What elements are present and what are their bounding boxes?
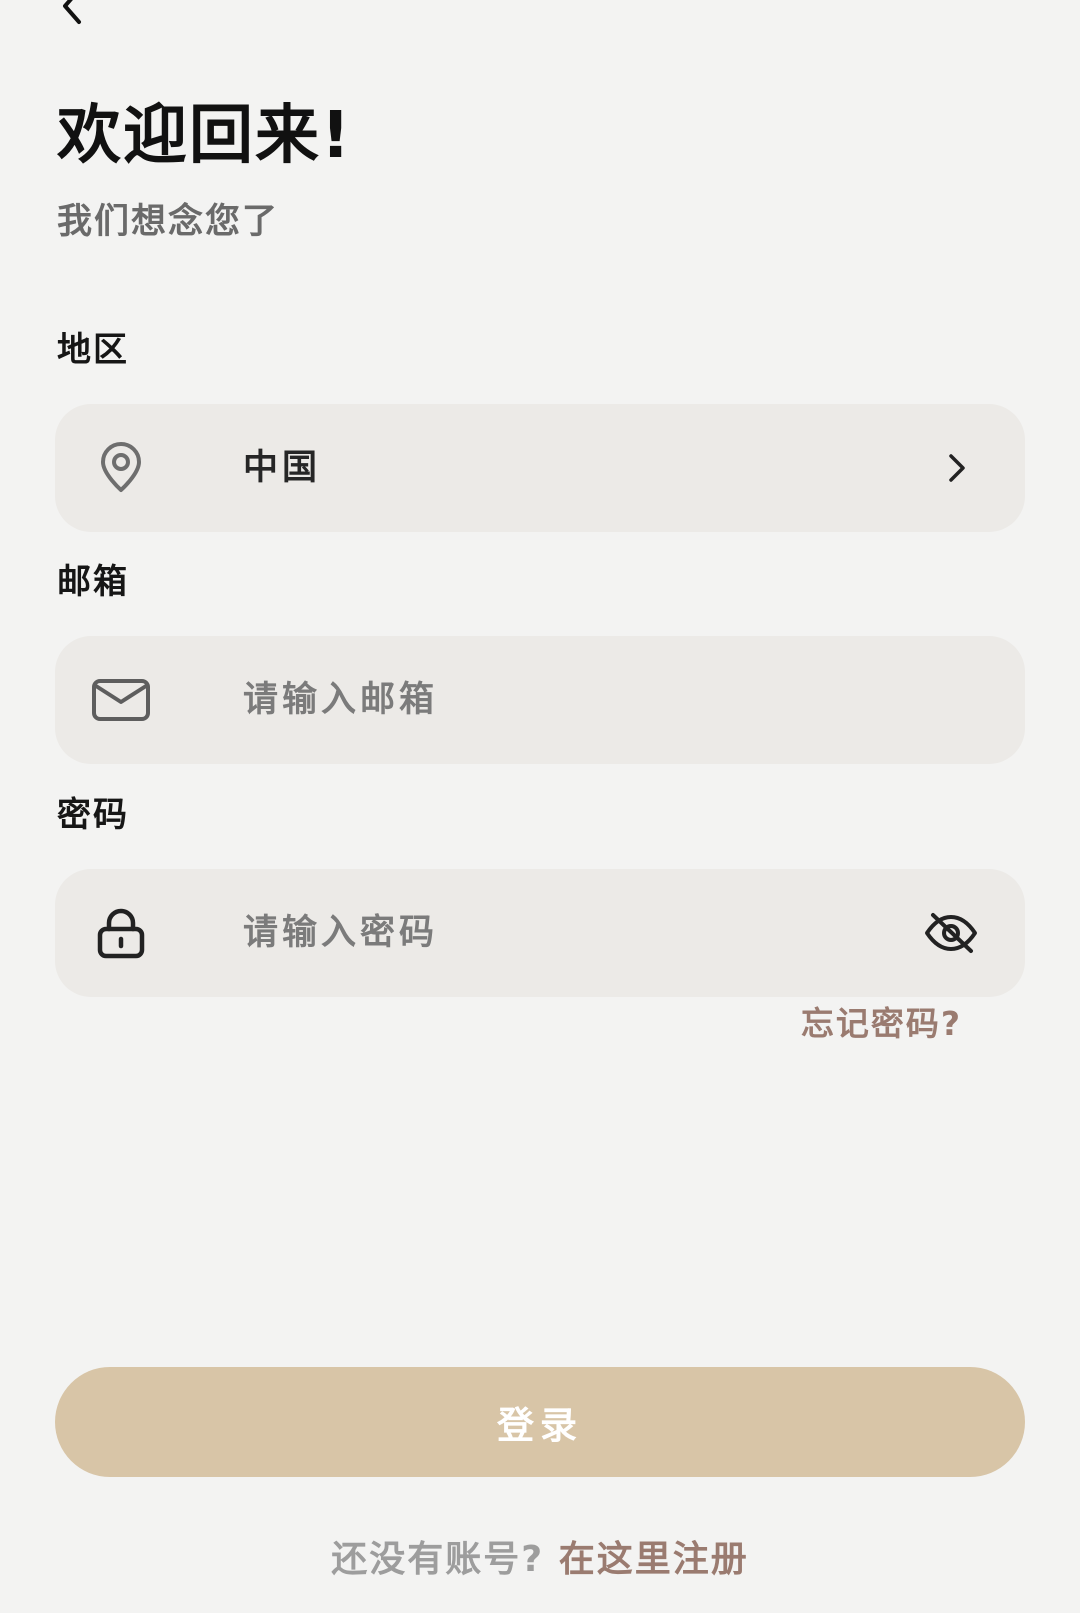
forgot-password-link[interactable]: 忘记密码? xyxy=(801,1002,962,1046)
back-button[interactable] xyxy=(52,0,92,26)
password-field-container xyxy=(55,869,1025,997)
password-label: 密码 xyxy=(57,795,129,835)
email-input[interactable] xyxy=(243,636,883,764)
chevron-left-icon xyxy=(63,0,81,24)
password-input[interactable] xyxy=(243,869,843,997)
register-link[interactable]: 在这里注册 xyxy=(559,1539,749,1580)
page-title: 欢迎回来! xyxy=(57,99,353,173)
region-value: 中国 xyxy=(243,448,322,488)
region-label: 地区 xyxy=(57,330,129,370)
mail-icon xyxy=(91,670,151,730)
eye-off-icon[interactable] xyxy=(921,905,981,961)
chevron-right-icon xyxy=(937,448,977,488)
page-subtitle: 我们想念您了 xyxy=(57,202,280,242)
lock-icon xyxy=(91,903,151,963)
location-pin-icon xyxy=(91,438,151,498)
email-field-container xyxy=(55,636,1025,764)
register-prompt: 还没有账号? xyxy=(331,1539,545,1580)
login-button[interactable]: 登录 xyxy=(55,1367,1025,1477)
email-label: 邮箱 xyxy=(57,562,129,602)
region-select[interactable]: 中国 xyxy=(55,404,1025,532)
register-row: 还没有账号? 在这里注册 xyxy=(0,1535,1080,1585)
